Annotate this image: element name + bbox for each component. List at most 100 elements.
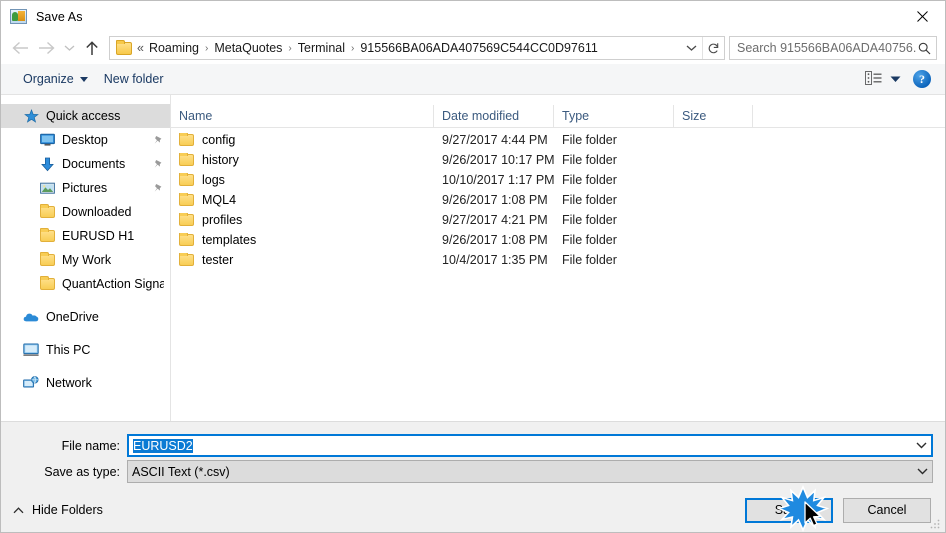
sidebar-item-label: Pictures [62,181,108,195]
sidebar-item-this-pc[interactable]: This PC [1,338,170,362]
sidebar-item-quick-access[interactable]: Quick access [1,104,170,128]
pin-icon[interactable] [152,182,164,194]
folder-icon [39,204,55,220]
breadcrumb-item-2[interactable]: Terminal [295,39,348,57]
folder-icon [179,193,194,206]
search-icon [916,42,932,55]
breadcrumb-separator: › [204,42,209,54]
table-row[interactable]: profiles 9/27/2017 4:21 PM File folder [171,210,945,230]
recent-locations-button[interactable] [59,35,79,61]
file-name: tester [202,253,234,267]
sidebar-item-downloaded[interactable]: Downloaded [1,200,170,224]
computer-icon [23,342,39,358]
table-row[interactable]: history 9/26/2017 10:17 PM File folder [171,150,945,170]
save-as-type-dropdown-button[interactable] [913,468,932,475]
file-name-value[interactable]: EURUSD2 [129,438,912,453]
file-name-cell: templates [171,233,434,247]
forward-button[interactable] [33,35,59,61]
save-button[interactable]: Save [745,497,833,523]
sidebar-item-documents[interactable]: Documents [1,152,170,176]
close-icon [916,10,928,22]
pin-icon[interactable] [152,158,164,170]
hide-folders-button[interactable]: Hide Folders [1,503,103,517]
sidebar-item-onedrive[interactable]: OneDrive [1,305,170,329]
pin-icon[interactable] [152,134,164,146]
search-box[interactable]: Search 915566BA06ADA40756... [729,36,937,60]
file-name-text: EURUSD2 [133,438,193,453]
sidebar-item-network[interactable]: Network [1,371,170,395]
title-bar: Save As [1,1,945,32]
sidebar-item-eurusd-h1[interactable]: EURUSD H1 [1,224,170,248]
breadcrumb-item-0[interactable]: Roaming [146,39,202,57]
close-button[interactable] [899,1,945,31]
view-options-button[interactable] [865,70,913,88]
file-type: File folder [562,173,617,187]
file-name: MQL4 [202,193,237,207]
star-icon [23,108,39,124]
save-as-type-value: ASCII Text (*.csv) [132,464,230,479]
new-folder-button[interactable]: New folder [96,69,172,89]
file-type: File folder [562,233,617,247]
address-bar[interactable]: « Roaming › MetaQuotes › Terminal › 9155… [109,36,725,60]
cancel-button[interactable]: Cancel [843,497,931,523]
table-row[interactable]: templates 9/26/2017 1:08 PM File folder [171,230,945,250]
column-header-date-modified[interactable]: Date modified [434,105,554,127]
breadcrumb-overflow[interactable]: « [137,39,146,57]
sidebar-item-label: This PC [46,343,91,357]
chevron-down-icon [686,45,696,51]
folder-icon [179,153,194,166]
table-row[interactable]: MQL4 9/26/2017 1:08 PM File folder [171,190,945,210]
breadcrumb-item-1[interactable]: MetaQuotes [211,39,285,57]
column-header-name[interactable]: ˄ Name [171,105,434,127]
file-type: File folder [562,153,617,167]
file-date: 9/26/2017 1:08 PM [442,193,548,207]
table-row[interactable]: logs 10/10/2017 1:17 PM File folder [171,170,945,190]
new-folder-label: New folder [103,72,164,86]
dialog-buttons: Save Cancel [745,497,945,523]
back-button[interactable] [7,35,33,61]
file-name-cell: logs [171,173,434,187]
download-arrow-icon [39,156,55,172]
file-type: File folder [562,193,617,207]
save-as-type-row: Save as type: ASCII Text (*.csv) [1,460,945,483]
up-arrow-icon [86,40,98,55]
organize-button[interactable]: Organize [15,69,96,89]
up-button[interactable] [79,35,105,61]
folder-icon [116,39,132,55]
resize-grip[interactable] [929,517,941,529]
dialog-footer: Hide Folders Save Cancel [1,488,945,532]
sidebar-item-quantaction-signal[interactable]: QuantAction Signal [1,272,170,296]
table-row[interactable]: tester 10/4/2017 1:35 PM File folder [171,250,945,270]
file-type: File folder [562,133,617,147]
folder-icon [179,173,194,186]
sidebar-item-pictures[interactable]: Pictures [1,176,170,200]
file-name-field[interactable]: EURUSD2 [127,434,933,457]
column-header-type[interactable]: Type [554,105,674,127]
chevron-down-icon [890,76,901,82]
navigation-pane: Quick access Desktop Documents Pictures … [1,95,171,421]
breadcrumb-item-3[interactable]: 915566BA06ADA407569C544CC0D97611 [357,39,600,57]
sidebar-item-desktop[interactable]: Desktop [1,128,170,152]
sidebar-item-my-work[interactable]: My Work [1,248,170,272]
file-name-dropdown-button[interactable] [912,442,931,449]
file-date: 9/26/2017 1:08 PM [442,233,548,247]
breadcrumb-separator: › [288,42,292,54]
help-button[interactable]: ? [913,70,931,88]
sidebar-item-label: Desktop [62,133,108,147]
folder-icon [179,233,194,246]
address-dropdown-button[interactable] [680,37,702,59]
refresh-button[interactable] [702,37,724,59]
file-name-cell: history [171,153,434,167]
folder-icon [179,213,194,226]
table-row[interactable]: config 9/27/2017 4:44 PM File folder [171,130,945,150]
column-header-size[interactable]: Size [674,105,753,127]
sidebar-item-label: QuantAction Signal [62,277,164,291]
view-dropdown-caret[interactable] [890,72,901,86]
file-rows: config 9/27/2017 4:44 PM File folder his… [171,128,945,421]
file-name: profiles [202,213,243,227]
save-as-type-field[interactable]: ASCII Text (*.csv) [127,460,933,483]
search-input[interactable]: Search 915566BA06ADA40756... [737,41,916,55]
toolbar: Organize New folder ? [1,64,945,95]
file-date: 9/27/2017 4:44 PM [442,133,548,147]
